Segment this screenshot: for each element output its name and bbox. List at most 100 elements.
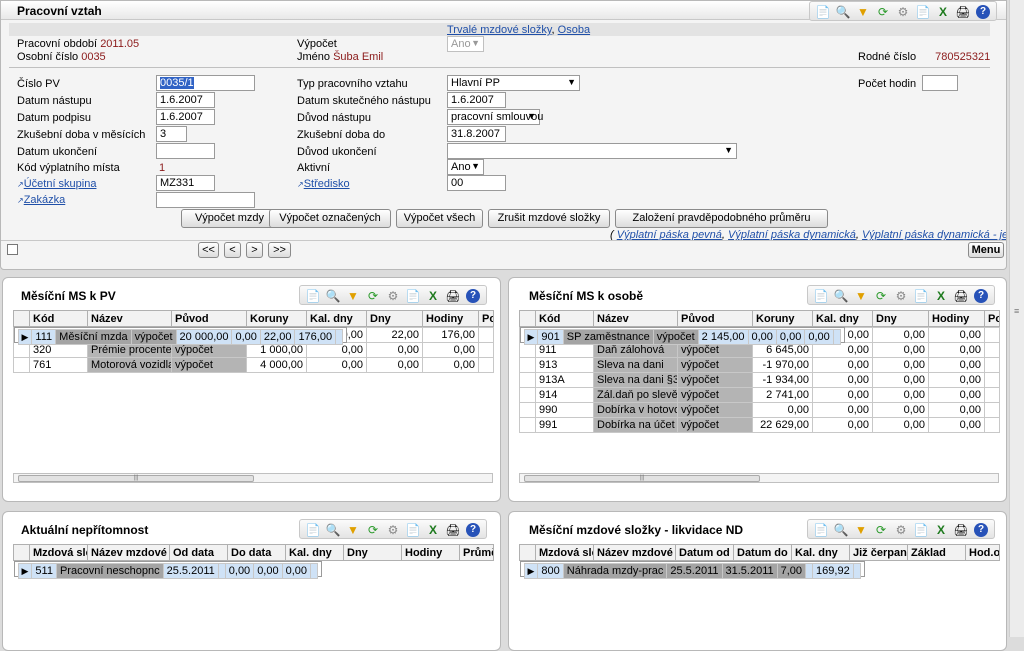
column-header[interactable]: Po [984, 310, 1000, 327]
vypocet-mzdy-button[interactable]: Výpočet mzdy [181, 209, 278, 228]
excel-icon[interactable]: X [932, 521, 950, 538]
new-icon[interactable]: 📄 [304, 287, 322, 304]
filter-icon[interactable]: ▼ [852, 287, 870, 304]
stredisko-input[interactable]: 00 [447, 175, 506, 191]
datum-nastupu-input[interactable]: 1.6.2007 [156, 92, 215, 108]
pocet-hodin-input[interactable] [922, 75, 958, 91]
copy-icon[interactable]: 📄 [912, 287, 930, 304]
help-icon[interactable]: ? [972, 521, 990, 538]
zrusit-ms-button[interactable]: Zrušit mzdové složky [488, 209, 610, 228]
refresh-icon[interactable]: ⟳ [872, 521, 890, 538]
filter-icon[interactable]: ▼ [852, 521, 870, 538]
copy-icon[interactable]: 📄 [404, 521, 422, 538]
new-icon[interactable]: 📄 [812, 287, 830, 304]
column-header[interactable]: Hodiny [928, 310, 985, 327]
column-header[interactable]: Název [593, 310, 678, 327]
zakazka[interactable]: ↗Zakázka [17, 194, 65, 206]
horizontal-scrollbar[interactable]: ||| [13, 473, 493, 483]
print-icon[interactable]: 🖨 [952, 521, 970, 538]
print-icon[interactable]: 🖨 [444, 287, 462, 304]
zkusebni-input[interactable]: 3 [156, 126, 187, 142]
duvod-nastupu-select[interactable]: pracovní smlouvou ▼ [447, 109, 543, 125]
column-header[interactable]: Kód [535, 310, 594, 327]
search-icon[interactable]: 🔍 [324, 287, 342, 304]
scroll-thumb[interactable]: ||| [18, 475, 254, 482]
copy-icon[interactable]: 📄 [914, 3, 932, 20]
table-row[interactable]: 913 Sleva na dani výpočet -1 970,00 0,00 0,00… [519, 357, 1000, 373]
excel-icon[interactable]: X [424, 521, 442, 538]
column-header[interactable]: Koruny [752, 310, 813, 327]
table-row[interactable]: ▶ 511 Pracovní neschopnc 25.5.2011 0,00 0,00 0… [13, 561, 323, 579]
column-header[interactable]: Název mzdové sl [593, 544, 676, 561]
stredisko[interactable]: ↗Středisko [297, 178, 350, 190]
column-header[interactable]: Průmě [459, 544, 494, 561]
datum-skut-input[interactable]: 1.6.2007 [447, 92, 506, 108]
table-row[interactable]: 991 Dobírka na účet výpočet 22 629,00 0,00 0,… [519, 417, 1000, 433]
window-scrollbar[interactable]: ≡ [1009, 0, 1024, 637]
print-icon[interactable]: 🖨 [952, 287, 970, 304]
trvale-ms-link[interactable]: Trvalé mzdové složky [447, 24, 552, 36]
aktivni-select[interactable]: Ano ▼ [447, 159, 484, 175]
filter-icon[interactable]: ▼ [344, 287, 362, 304]
table-row[interactable]: 914 Zál.daň po slevě výpočet 2 741,00 0,00 0,… [519, 387, 1000, 403]
zalozeni-prumeru-button[interactable]: Založení pravděpodobného průměru [615, 209, 828, 228]
filter-icon[interactable]: ▼ [344, 521, 362, 538]
new-icon[interactable]: 📄 [814, 3, 832, 20]
search-icon[interactable]: 🔍 [832, 287, 850, 304]
column-header[interactable]: Původ [677, 310, 753, 327]
select-checkbox[interactable] [7, 244, 18, 255]
settings-icon[interactable]: ⚙ [384, 521, 402, 538]
column-header[interactable]: Dny [343, 544, 402, 561]
zakazka-input[interactable] [156, 192, 255, 208]
help-icon[interactable]: ? [464, 287, 482, 304]
refresh-icon[interactable]: ⟳ [364, 521, 382, 538]
filter-icon[interactable]: ▼ [854, 3, 872, 20]
print-icon[interactable]: 🖨 [954, 3, 972, 20]
table-row[interactable]: 990Dobírka v hotovostvýpočet0,000,000,00… [519, 402, 1000, 418]
table-row[interactable]: 913ASleva na dani §35cvýpočet-1 934,000,… [519, 372, 1000, 388]
excel-icon[interactable]: X [424, 287, 442, 304]
column-header[interactable]: Původ [171, 310, 247, 327]
help-icon[interactable]: ? [974, 3, 992, 20]
refresh-icon[interactable]: ⟳ [874, 3, 892, 20]
copy-icon[interactable]: 📄 [912, 521, 930, 538]
refresh-icon[interactable]: ⟳ [364, 287, 382, 304]
table-row[interactable]: ▶ 901 SP zaměstnance výpočet 2 145,00 0,00 0,0… [519, 327, 845, 345]
column-header[interactable]: Hod.o [965, 544, 1000, 561]
excel-icon[interactable]: X [934, 3, 952, 20]
column-header[interactable]: Dny [366, 310, 423, 327]
column-header[interactable]: Od data [169, 544, 228, 561]
column-header[interactable]: Základ [907, 544, 966, 561]
copy-icon[interactable]: 📄 [404, 287, 422, 304]
settings-icon[interactable]: ⚙ [892, 287, 910, 304]
help-icon[interactable]: ? [972, 287, 990, 304]
column-header[interactable]: Po [478, 310, 494, 327]
settings-icon[interactable]: ⚙ [384, 287, 402, 304]
table-row[interactable]: ▶ 800 Náhrada mzdy-prac 25.5.2011 31.5.2011 7… [519, 561, 865, 579]
column-header[interactable]: Kód [29, 310, 88, 327]
datum-podpisu-input[interactable]: 1.6.2007 [156, 109, 215, 125]
search-icon[interactable]: 🔍 [832, 521, 850, 538]
column-header[interactable]: Kal. dny [791, 544, 850, 561]
settings-icon[interactable]: ⚙ [894, 3, 912, 20]
settings-icon[interactable]: ⚙ [892, 521, 910, 538]
column-header[interactable]: Kal. dny [306, 310, 367, 327]
column-header[interactable]: Mzdová slo [29, 544, 88, 561]
column-header[interactable]: Kal. dny [285, 544, 344, 561]
next-button[interactable]: > [246, 242, 263, 258]
new-icon[interactable]: 📄 [812, 521, 830, 538]
column-header[interactable]: Mzdová slo [535, 544, 594, 561]
help-icon[interactable]: ? [464, 521, 482, 538]
column-header[interactable]: Dny [872, 310, 929, 327]
horizontal-scrollbar[interactable]: ||| [519, 473, 999, 483]
scroll-thumb[interactable]: ||| [524, 475, 760, 482]
osoba-link[interactable]: Osoba [558, 24, 590, 36]
column-header[interactable]: Hodiny [422, 310, 479, 327]
column-header[interactable]: Název mzdové sl [87, 544, 170, 561]
refresh-icon[interactable]: ⟳ [872, 287, 890, 304]
zkusebni-do-input[interactable]: 31.8.2007 [447, 126, 506, 142]
column-header[interactable]: Kal. dny [812, 310, 873, 327]
column-header[interactable]: Koruny [246, 310, 307, 327]
column-header[interactable]: Datum do [733, 544, 792, 561]
first-button[interactable]: << [198, 242, 219, 258]
